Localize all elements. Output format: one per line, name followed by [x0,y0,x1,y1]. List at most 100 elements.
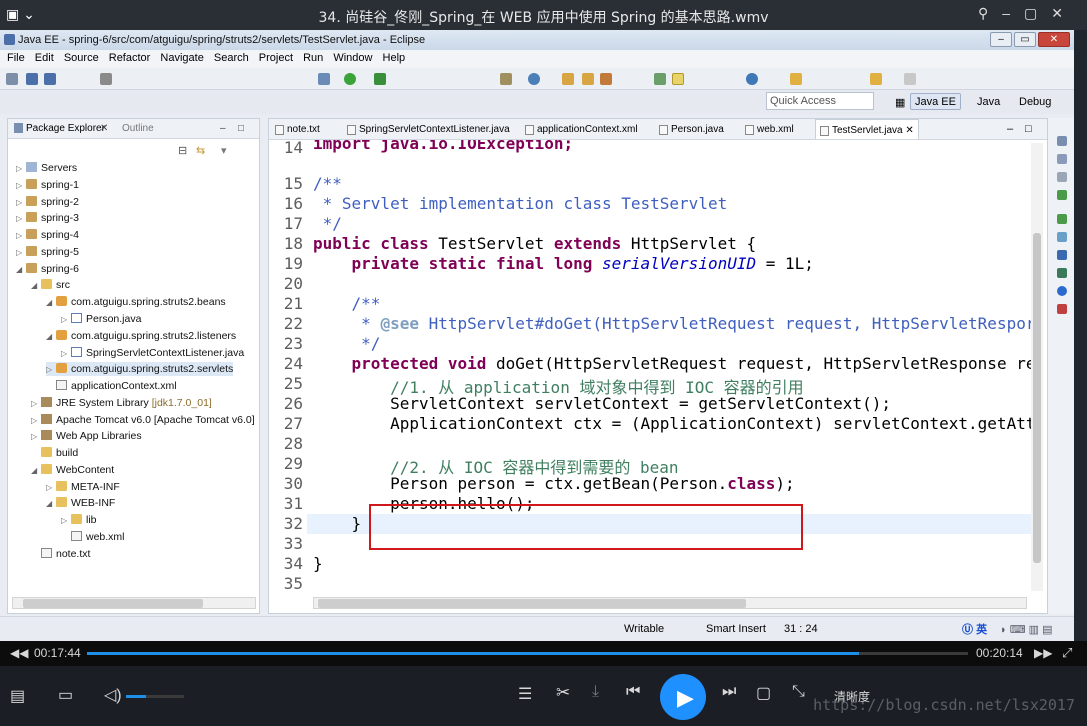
scroll-thumb[interactable] [23,599,203,608]
view-menu-icon[interactable]: ▾ [221,144,227,157]
menu-file[interactable]: File [0,50,25,64]
menu-project[interactable]: Project [252,50,293,64]
tree-item-spring-4[interactable]: ▷ spring-4 [16,228,79,242]
close-window-button[interactable]: ✕ [1038,32,1070,47]
next-icon[interactable]: ⏭ [722,683,736,701]
perspective-debug[interactable]: Debug [1014,93,1056,110]
javadoc-icon[interactable] [1057,286,1067,296]
menu-search[interactable]: Search [207,50,249,64]
tree-item-lib[interactable]: ▷ lib [61,513,97,527]
maximize-editor-icon[interactable]: □ [1025,123,1032,135]
search-icon[interactable] [600,73,612,85]
quick-access-input[interactable]: Quick Access [766,92,874,110]
tree-item-beans-package[interactable]: ◢ com.atguigu.spring.struts2.beans [46,295,226,309]
tab-web-xml[interactable]: web.xml [741,119,813,139]
forward-icon[interactable] [904,73,916,85]
data-source-icon[interactable] [1057,232,1067,242]
external-tools-icon[interactable] [374,73,386,85]
minimize-editor-icon[interactable]: – [1007,123,1013,135]
open-perspective-icon[interactable]: ▦ [890,93,910,110]
new-server-icon[interactable] [500,73,512,85]
open-task-icon[interactable] [582,73,594,85]
settings-sliders-icon[interactable]: ☰ [518,684,532,704]
tab-outline[interactable]: Outline [122,123,154,134]
new-icon[interactable] [6,73,18,85]
back-icon[interactable] [870,73,882,85]
save-icon[interactable] [26,73,38,85]
ime-tools-icon[interactable]: ◗ ⌨ ▥ ▤ [1000,623,1052,636]
annotation-next-icon[interactable] [790,73,802,85]
toggle-mark-icon[interactable] [654,73,666,85]
tab-springservletcontextlistener[interactable]: SpringServletContextListener.java [343,119,521,139]
tree-item-spring-3[interactable]: ▷ spring-3 [16,211,79,225]
junit-icon[interactable] [1057,304,1067,314]
menu-edit[interactable]: Edit [28,50,54,64]
outline-icon[interactable] [1057,154,1067,164]
open-folder-icon[interactable] [562,73,574,85]
close-tab-icon[interactable]: ✕ [100,123,108,134]
play-button[interactable]: ▶ [660,674,706,720]
shrink-icon[interactable]: ⤡ [792,683,805,701]
tree-item-spring-5[interactable]: ▷ spring-5 [16,245,79,259]
tree-item-person-java[interactable]: ▷ Person.java [61,312,141,326]
console-icon[interactable] [1057,250,1067,260]
progress-icon[interactable] [1057,268,1067,278]
download-icon[interactable]: ⤓ [592,683,599,701]
markers-icon[interactable] [1057,172,1067,182]
tab-package-explorer[interactable]: Package Explorer [26,123,105,134]
tree-item-servlets-package[interactable]: ▷ com.atguigu.spring.struts2.servlets [46,362,234,376]
debug-icon[interactable] [318,73,330,85]
editor-hscroll[interactable] [313,597,1027,609]
tree-item-src[interactable]: ◢ src [31,278,70,292]
print-icon[interactable] [100,73,112,85]
close-tab-icon[interactable]: ✕ [905,125,913,136]
tree-item-spring-2[interactable]: ▷ spring-2 [16,195,79,209]
menu-navigate[interactable]: Navigate [153,50,203,64]
link-with-editor-icon[interactable]: ⇆ [196,144,205,157]
tree-item-servers[interactable]: ▷ Servers [16,161,77,175]
tree-item-build[interactable]: build [31,446,78,460]
maximize-view-icon[interactable]: □ [238,123,244,134]
previous-icon[interactable]: ⏮ [626,683,640,701]
globe-icon[interactable] [746,73,758,85]
volume-slider[interactable] [126,695,184,698]
servers-icon[interactable] [1057,190,1067,200]
menu-source[interactable]: Source [57,50,99,64]
minimize-view-icon[interactable]: – [220,123,226,134]
next-frame-icon[interactable]: ▶▶ [1034,646,1052,660]
editor-vscroll[interactable] [1031,143,1043,591]
menu-window[interactable]: Window [326,50,372,64]
tab-person-java[interactable]: Person.java [655,119,741,139]
scroll-thumb[interactable] [1033,233,1041,563]
tree-item-spring-6[interactable]: ◢ spring-6 [16,262,79,276]
menu-run[interactable]: Run [296,50,323,64]
collapse-all-icon[interactable]: ⊟ [178,144,187,157]
player-window-controls[interactable]: ⚲–▢✕ [978,5,1077,22]
snippets-icon[interactable] [1057,214,1067,224]
ime-indicator[interactable]: Ⓤ 英 [962,621,987,637]
tree-item-webapp-libraries[interactable]: ▷ Web App Libraries [31,429,142,443]
open-type-icon[interactable] [528,73,540,85]
package-explorer-hscroll[interactable] [12,597,256,609]
tree-item-meta-inf[interactable]: ▷ META-INF [46,480,120,494]
seek-bar[interactable] [87,652,968,655]
subtitle-icon[interactable]: ▢ [756,683,771,703]
task-list-icon[interactable] [1057,136,1067,146]
perspective-java[interactable]: Java [972,93,1005,110]
tree-item-jre-library[interactable]: ▷ JRE System Library [jdk1.7.0_01] [31,396,212,410]
tree-item-web-inf[interactable]: ◢ WEB-INF [46,496,115,510]
run-icon[interactable] [344,73,356,85]
tree-item-spring-1[interactable]: ▷ spring-1 [16,178,79,192]
fullscreen-icon[interactable]: ⤢ [1062,645,1072,661]
scroll-thumb[interactable] [318,599,746,608]
previous-frame-icon[interactable]: ◀◀ [10,646,28,660]
tab-testservlet-java[interactable]: TestServlet.java ✕ [815,119,919,139]
tab-note-txt[interactable]: note.txt [271,119,343,139]
tree-item-applicationcontext-xml[interactable]: applicationContext.xml [46,379,177,393]
perspective-java-ee[interactable]: Java EE [910,93,961,110]
menu-refactor[interactable]: Refactor [102,50,151,64]
tree-item-note-txt[interactable]: note.txt [31,547,90,561]
save-all-icon[interactable] [44,73,56,85]
menu-help[interactable]: Help [376,50,406,64]
playlist-icon[interactable]: ▤ [10,686,25,706]
